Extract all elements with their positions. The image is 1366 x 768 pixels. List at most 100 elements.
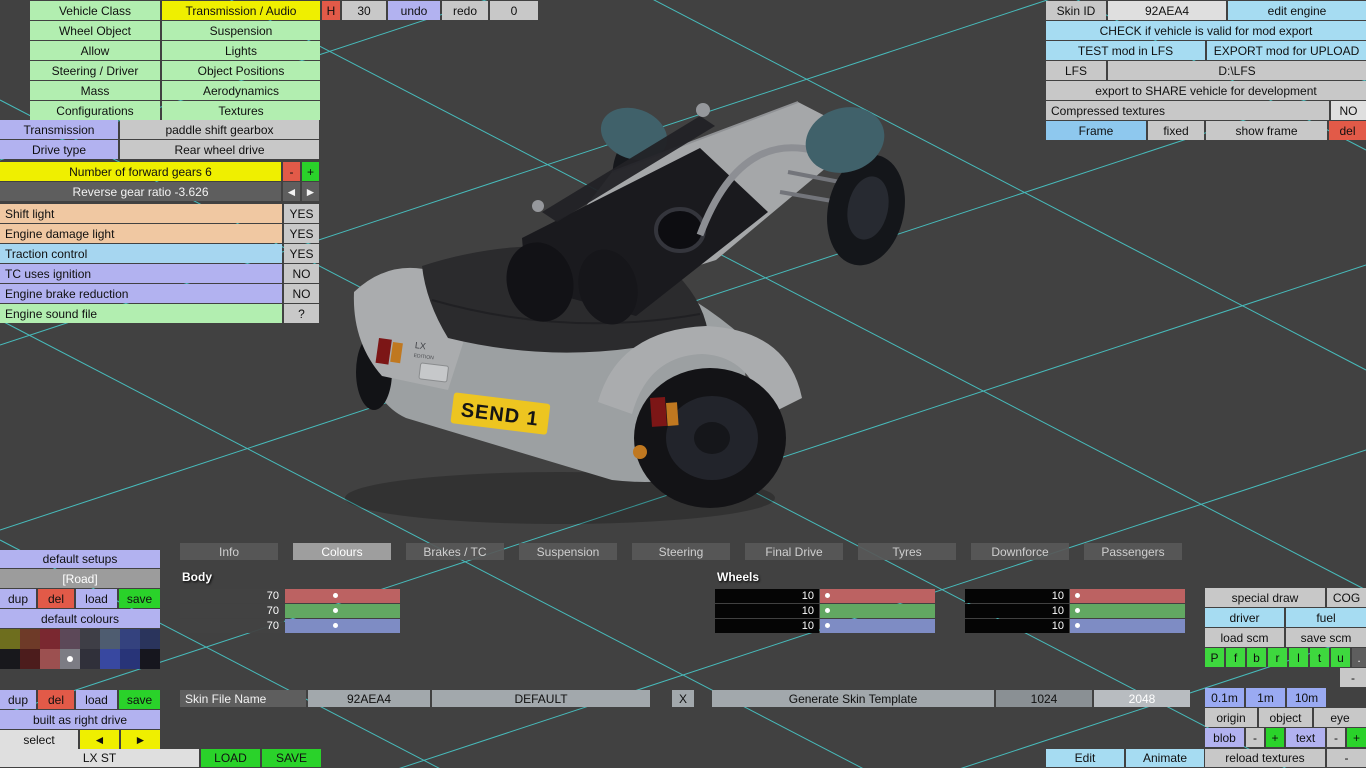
palette-swatch[interactable] [80,629,100,649]
driver-button[interactable]: driver [1205,608,1284,627]
edit-engine-button[interactable]: edit engine [1228,1,1366,20]
default-setups-header[interactable]: default setups [0,550,160,568]
tab-steering[interactable]: Steering [632,543,730,560]
body-red-slider[interactable] [285,589,400,603]
palette-swatch[interactable] [0,649,20,669]
category-lights[interactable]: Lights [162,41,320,60]
toggle-t-button[interactable]: t [1310,648,1329,667]
check-vehicle-button[interactable]: CHECK if vehicle is valid for mod export [1046,21,1366,40]
select-button[interactable]: select [0,730,78,749]
slider-handle[interactable] [825,623,831,628]
blob-minus-button[interactable]: - [1246,728,1264,747]
tab-brakes-tc[interactable]: Brakes / TC [406,543,504,560]
h-mode-button[interactable]: H [322,1,340,20]
edit-mode-button[interactable]: Edit [1046,749,1124,767]
undo-button[interactable]: undo [388,1,440,20]
setup-dup-button[interactable]: dup [0,589,36,608]
vehicle-name-button[interactable]: LX ST [0,749,199,767]
traction-control-toggle[interactable]: YES [284,244,319,263]
colour-dup-button[interactable]: dup [0,690,36,709]
lfs-path-value[interactable]: D:\LFS [1108,61,1366,80]
palette-swatch[interactable] [40,629,60,649]
palette-swatch[interactable] [0,629,20,649]
tab-final-drive[interactable]: Final Drive [745,543,843,560]
origin-button[interactable]: origin [1205,708,1257,727]
wheels-a-blue-slider[interactable] [820,619,935,633]
tab-suspension[interactable]: Suspension [519,543,617,560]
palette-swatch[interactable] [80,649,100,669]
tab-passengers[interactable]: Passengers [1084,543,1182,560]
gearbox-type-value[interactable]: paddle shift gearbox [120,120,319,139]
skin-clear-button[interactable]: X [672,690,694,707]
category-wheel-object[interactable]: Wheel Object [30,21,160,40]
compressed-textures-toggle[interactable]: NO [1331,101,1366,120]
palette-swatch[interactable] [60,649,80,669]
wheels-a-red-slider[interactable] [820,589,935,603]
category-object-positions[interactable]: Object Positions [162,61,320,80]
palette-swatch[interactable] [100,629,120,649]
save-scm-button[interactable]: save scm [1286,628,1366,647]
setup-del-button[interactable]: del [38,589,74,608]
frame-delete-button[interactable]: del [1329,121,1366,140]
tc-ignition-toggle[interactable]: NO [284,264,319,283]
toggle-b-button[interactable]: b [1247,648,1266,667]
step-minus-button[interactable]: - [1340,668,1366,687]
slider-handle[interactable] [825,593,831,598]
skin-default-value[interactable]: DEFAULT [432,690,650,707]
category-textures[interactable]: Textures [162,101,320,120]
wheels-b-green-slider[interactable] [1070,604,1185,618]
palette-swatch[interactable] [140,649,160,669]
shift-light-toggle[interactable]: YES [284,204,319,223]
resolution-2048-button[interactable]: 2048 [1094,690,1190,707]
slider-handle[interactable] [333,593,339,598]
load-scm-button[interactable]: load scm [1205,628,1284,647]
text-button[interactable]: text [1286,728,1325,747]
default-colours-header[interactable]: default colours [0,609,160,628]
redo-button[interactable]: redo [442,1,488,20]
slider-handle[interactable] [1075,593,1081,598]
category-allow[interactable]: Allow [30,41,160,60]
toggle-u-button[interactable]: u [1331,648,1350,667]
tab-info[interactable]: Info [180,543,278,560]
lfs-label[interactable]: LFS [1046,61,1106,80]
ratio-decrease-button[interactable]: ◄ [283,182,300,201]
palette-swatch[interactable] [120,649,140,669]
reload-minus-button[interactable]: - [1327,749,1366,767]
palette-swatch[interactable] [20,629,40,649]
palette-swatch[interactable] [40,649,60,669]
scale-01m-button[interactable]: 0.1m [1205,688,1244,707]
palette-swatch[interactable] [100,649,120,669]
engine-brake-toggle[interactable]: NO [284,284,319,303]
skin-id-value[interactable]: 92AEA4 [1108,1,1226,20]
text-minus-button[interactable]: - [1327,728,1345,747]
slider-handle[interactable] [333,623,339,628]
setup-load-button[interactable]: load [76,589,117,608]
slider-handle[interactable] [825,608,831,613]
generate-skin-template-button[interactable]: Generate Skin Template [712,690,994,707]
wheels-b-blue-slider[interactable] [1070,619,1185,633]
setup-list-item[interactable]: [Road] [0,569,160,588]
wheels-a-green-slider[interactable] [820,604,935,618]
scale-10m-button[interactable]: 10m [1287,688,1326,707]
select-prev-button[interactable]: ◄ [80,730,119,749]
redo-count[interactable]: 0 [490,1,538,20]
slider-handle[interactable] [1075,623,1081,628]
toggle-l-button[interactable]: l [1289,648,1308,667]
category-aerodynamics[interactable]: Aerodynamics [162,81,320,100]
slider-handle[interactable] [1075,608,1081,613]
skin-name-value[interactable]: 92AEA4 [308,690,430,707]
gears-plus-button[interactable]: + [302,162,319,181]
fixed-button[interactable]: fixed [1148,121,1204,140]
blob-button[interactable]: blob [1205,728,1244,747]
palette-swatch[interactable] [120,629,140,649]
blob-plus-button[interactable]: + [1266,728,1284,747]
drive-type-value[interactable]: Rear wheel drive [120,140,319,159]
reverse-ratio-field[interactable]: Reverse gear ratio -3.626 [0,182,281,201]
cog-button[interactable]: COG [1327,588,1366,607]
tab-tyres[interactable]: Tyres [858,543,956,560]
colour-load-button[interactable]: load [76,690,117,709]
transmission-label[interactable]: Transmission [0,120,118,139]
share-export-button[interactable]: export to SHARE vehicle for development [1046,81,1366,100]
test-mod-button[interactable]: TEST mod in LFS [1046,41,1205,60]
toggle-dot-button[interactable]: . [1352,648,1366,667]
